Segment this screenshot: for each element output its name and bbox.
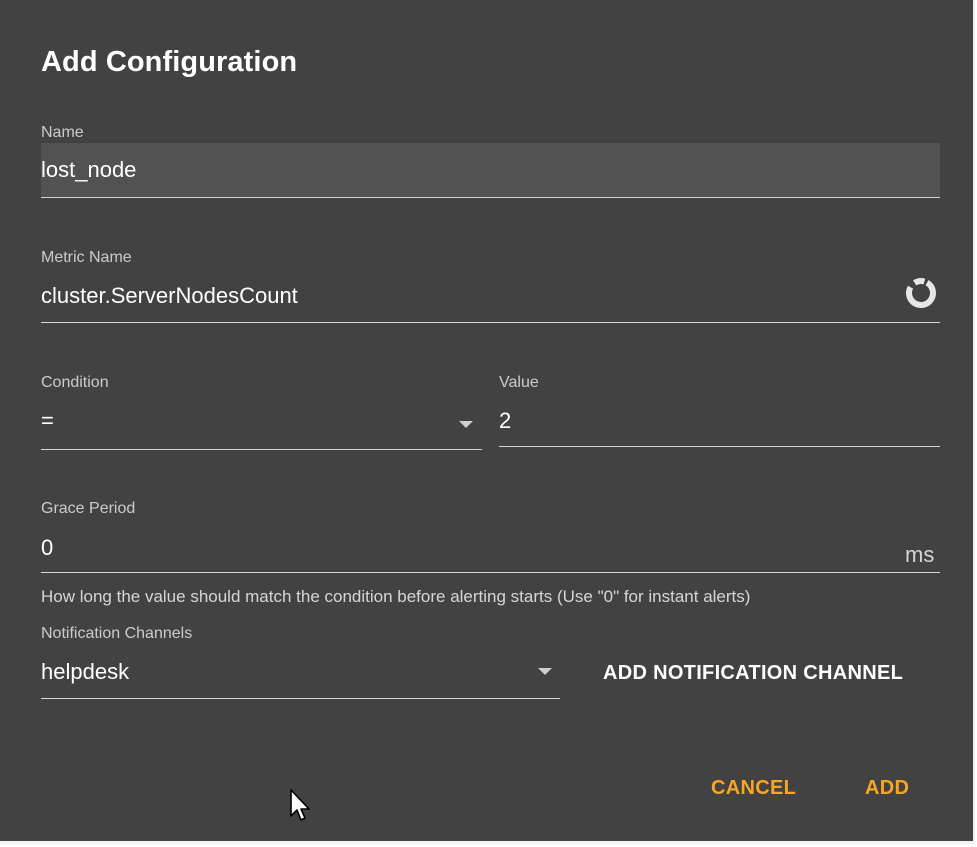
grace-period-underline: [41, 572, 940, 573]
condition-dropdown-arrow-icon[interactable]: [459, 421, 473, 428]
value-input[interactable]: 2: [499, 408, 511, 434]
grace-period-unit: ms: [905, 542, 935, 567]
name-input[interactable]: lost_node: [41, 157, 136, 183]
grace-period-input[interactable]: 0: [41, 535, 53, 561]
condition-underline: [41, 449, 482, 450]
metric-name-label: Metric Name: [41, 249, 132, 266]
cancel-button[interactable]: CANCEL: [711, 777, 796, 800]
value-underline: [499, 446, 940, 447]
metric-name-input[interactable]: cluster.ServerNodesCount: [41, 283, 298, 309]
notification-channels-select[interactable]: helpdesk: [41, 659, 129, 685]
grace-period-helper-text: How long the value should match the cond…: [41, 587, 751, 606]
grace-period-label: Grace Period: [41, 500, 136, 517]
add-button[interactable]: ADD: [865, 777, 909, 800]
add-configuration-dialog: Add Configuration Name lost_node Metric …: [0, 0, 975, 844]
condition-select[interactable]: =: [41, 408, 54, 434]
name-label: Name: [41, 124, 84, 141]
notification-dropdown-arrow-icon[interactable]: [538, 668, 552, 675]
add-notification-channel-button[interactable]: ADD NOTIFICATION CHANNEL: [603, 662, 903, 685]
name-field[interactable]: [41, 143, 940, 197]
mouse-pointer-icon: [290, 789, 310, 821]
dialog-title: Add Configuration: [41, 46, 298, 78]
loading-spinner-icon: [906, 278, 936, 308]
notification-channels-underline: [41, 698, 560, 699]
value-label: Value: [499, 374, 539, 391]
metric-name-underline: [41, 322, 940, 323]
notification-channels-label: Notification Channels: [41, 625, 193, 642]
name-underline: [41, 197, 940, 198]
condition-label: Condition: [41, 374, 109, 391]
